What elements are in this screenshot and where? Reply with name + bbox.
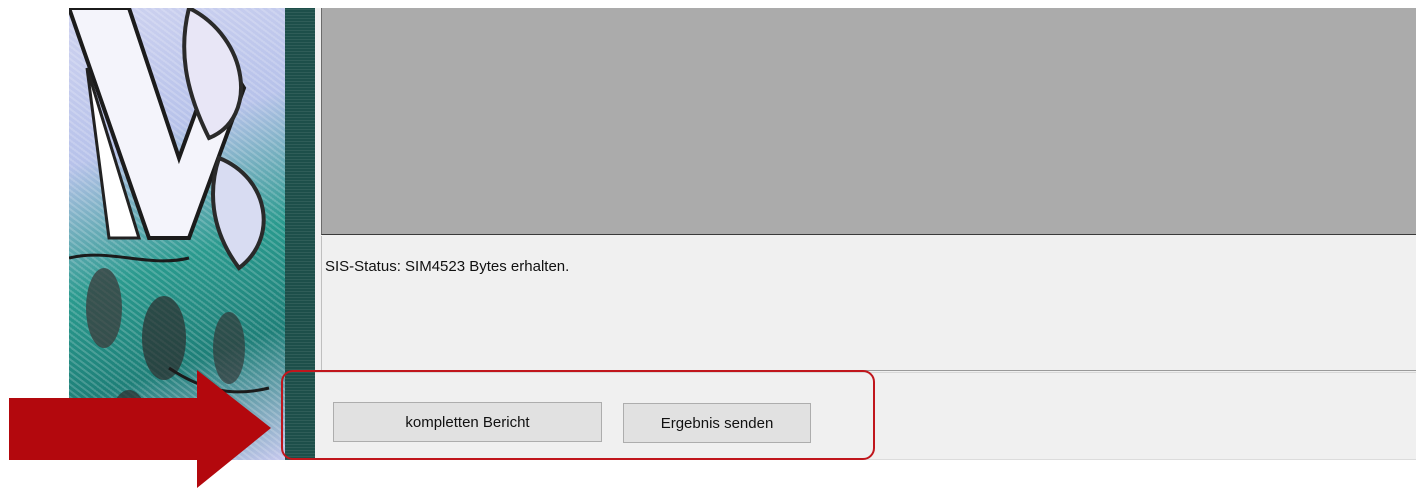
right-arrow-icon	[9, 370, 271, 488]
status-panel: SIS-Status: SIM4523 Bytes erhalten.	[321, 236, 1416, 371]
app-window: SIS-Status: SIM4523 Bytes erhalten. komp…	[315, 8, 1416, 460]
button-bar: kompletten Bericht Ergebnis senden	[315, 372, 1416, 460]
status-text: SIS-Status: SIM4523 Bytes erhalten.	[325, 258, 570, 275]
display-area	[321, 8, 1416, 235]
full-report-button[interactable]: kompletten Bericht	[333, 402, 602, 442]
send-result-button[interactable]: Ergebnis senden	[623, 403, 811, 443]
screenshot-stage: SIS-Status: SIM4523 Bytes erhalten. komp…	[0, 0, 1416, 494]
window-bottom-divider	[315, 459, 1416, 460]
side-strip	[285, 8, 315, 460]
